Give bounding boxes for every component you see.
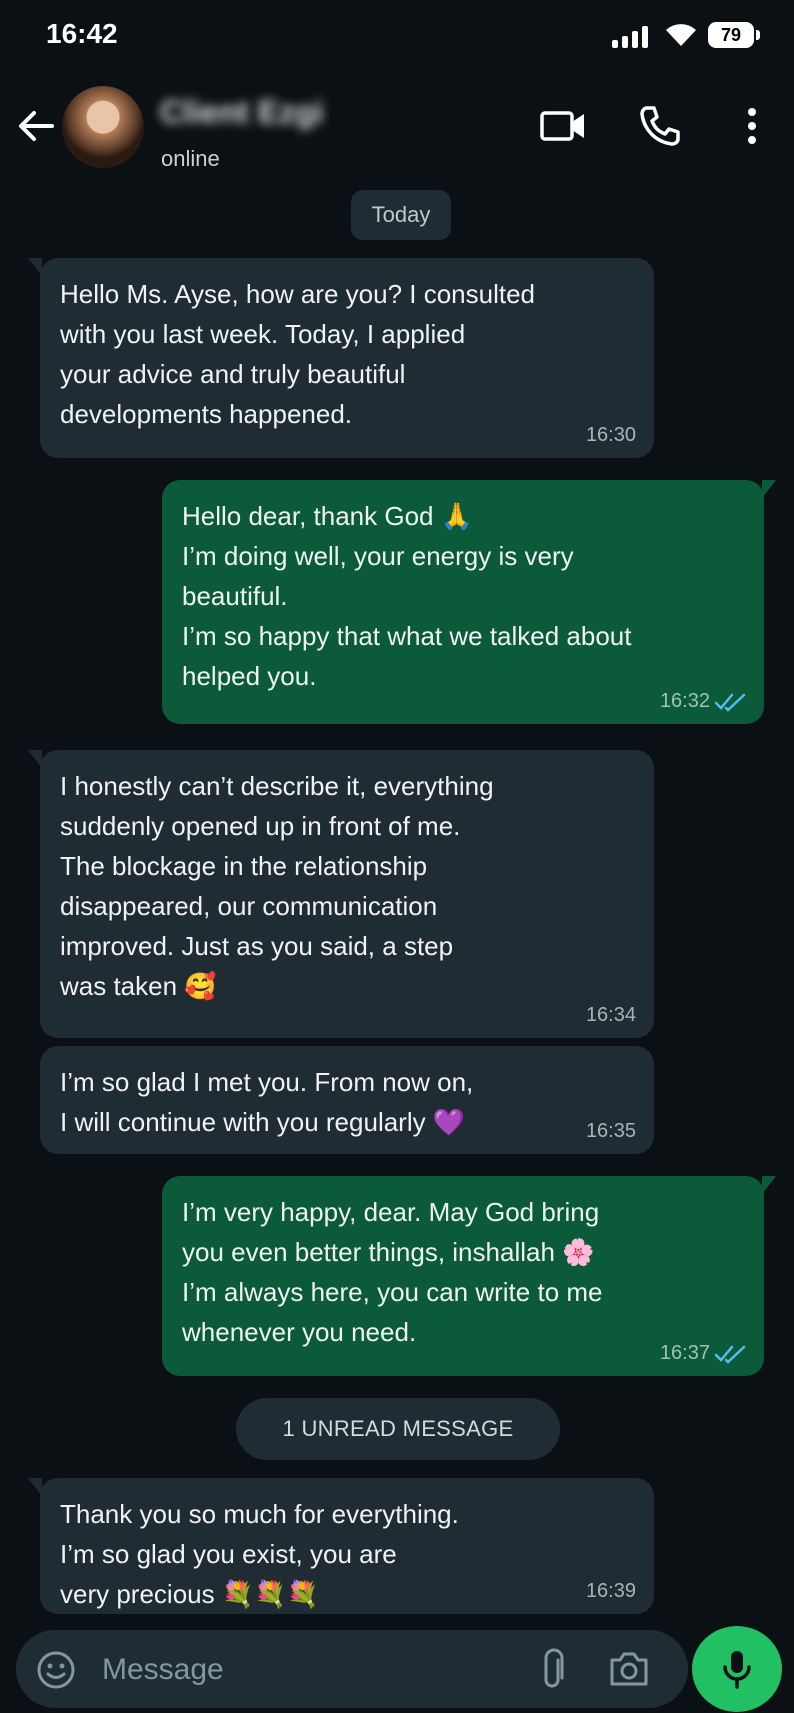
camera-icon[interactable]	[608, 1650, 650, 1688]
mic-icon	[723, 1651, 751, 1689]
phone-icon[interactable]	[638, 104, 682, 148]
read-ticks-icon	[714, 1345, 746, 1364]
message-text: Thank you so much for everything. I’m so…	[60, 1499, 459, 1609]
status-time: 16:42	[46, 18, 118, 49]
message-text: I honestly can’t describe it, everything…	[60, 771, 494, 1001]
message-time: 16:39	[585, 1580, 636, 1602]
message-time: 16:37	[659, 1342, 710, 1364]
message-composer	[16, 1630, 688, 1708]
message-input[interactable]	[100, 1638, 524, 1702]
message-incoming[interactable]: I honestly can’t describe it, everything…	[28, 750, 654, 1038]
message-incoming[interactable]: Hello Ms. Ayse, how are you? I consulted…	[28, 258, 654, 458]
message-text: I’m very happy, dear. May God bring you …	[182, 1197, 603, 1347]
battery-icon: 79	[708, 22, 760, 48]
message-outgoing[interactable]: I’m very happy, dear. May God bring you …	[162, 1176, 776, 1376]
message-incoming[interactable]: I’m so glad I met you. From now on, I wi…	[40, 1046, 654, 1154]
message-text: Hello dear, thank God 🙏 I’m doing well, …	[182, 501, 632, 691]
read-ticks-icon	[714, 693, 746, 712]
emoji-icon[interactable]	[36, 1650, 76, 1690]
signal-icon	[612, 26, 648, 48]
mic-button[interactable]	[692, 1626, 782, 1712]
message-outgoing[interactable]: Hello dear, thank God 🙏 I’m doing well, …	[162, 480, 776, 724]
message-time: 16:35	[585, 1120, 636, 1142]
message-text: Hello Ms. Ayse, how are you? I consulted…	[60, 279, 535, 429]
message-text: I’m so glad I met you. From now on, I wi…	[60, 1067, 474, 1137]
contact-status: online	[161, 146, 220, 171]
chat-header: Client Ezgi online	[0, 80, 794, 190]
message-incoming[interactable]: Thank you so much for everything. I’m so…	[28, 1478, 654, 1614]
date-divider: Today	[351, 190, 451, 240]
wifi-icon	[666, 24, 696, 46]
message-time: 16:32	[659, 690, 710, 712]
attach-icon[interactable]	[536, 1648, 570, 1692]
message-time: 16:34	[585, 1004, 636, 1026]
unread-divider: 1 UNREAD MESSAGE	[236, 1398, 560, 1460]
message-time: 16:30	[585, 424, 636, 446]
back-arrow-icon[interactable]	[16, 106, 56, 146]
video-call-icon[interactable]	[540, 108, 586, 144]
status-bar: 16:42 79	[0, 0, 794, 75]
avatar[interactable]	[62, 86, 144, 168]
more-options-icon[interactable]	[740, 106, 764, 146]
contact-name[interactable]: Client Ezgi	[160, 94, 324, 131]
